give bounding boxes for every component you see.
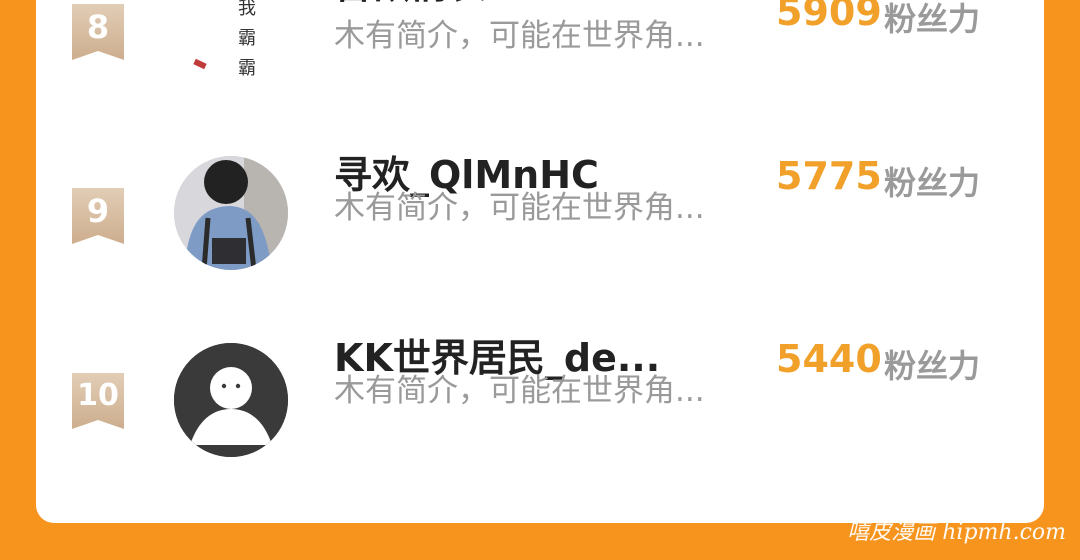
- rank-badge: 10: [72, 373, 124, 429]
- ranking-row-9[interactable]: 9 寻欢_QlMnHC 木有简介，可能在世界角... 5775 粉丝力: [36, 153, 1044, 276]
- site-watermark: 嘻皮漫画 hipmh.com: [847, 520, 1066, 545]
- ranking-card: 8 我 霸 霸 吾欲情长 木有简介，可能在世界角... 5909 粉丝力 9: [36, 0, 1044, 523]
- default-avatar-icon: [174, 343, 288, 457]
- avatar[interactable]: 我 霸 霸: [174, 0, 288, 98]
- user-description: 木有简介，可能在世界角...: [334, 18, 705, 54]
- avatar[interactable]: [174, 343, 288, 457]
- ranking-row-8[interactable]: 8 我 霸 霸 吾欲情长 木有简介，可能在世界角... 5909 粉丝力: [36, 0, 1044, 98]
- calligraphy-avatar-icon: 我 霸 霸: [193, 0, 256, 79]
- user-description: 木有简介，可能在世界角...: [334, 190, 705, 226]
- fan-score-unit: 粉丝力: [884, 0, 981, 38]
- ranking-row-10[interactable]: 10 KK世界居民_de... 木有简介，可能在世界角... 5440 粉丝力: [36, 336, 1044, 463]
- avatar-calligraphy-3: 霸: [238, 58, 256, 79]
- fan-score: 5909: [776, 0, 882, 34]
- fan-score: 5440: [776, 337, 882, 381]
- fan-score: 5775: [776, 154, 882, 198]
- rank-badge: 9: [72, 188, 124, 244]
- avatar[interactable]: [174, 156, 288, 270]
- rank-badge: 8: [72, 4, 124, 60]
- avatar-calligraphy-1: 我: [238, 0, 256, 19]
- avatar-calligraphy-2: 霸: [238, 28, 256, 49]
- user-name[interactable]: 吾欲情长: [334, 0, 486, 9]
- fan-score-unit: 粉丝力: [884, 347, 981, 385]
- user-description: 木有简介，可能在世界角...: [334, 373, 705, 409]
- person-photo-icon: [174, 156, 288, 270]
- fan-score-unit: 粉丝力: [884, 164, 981, 202]
